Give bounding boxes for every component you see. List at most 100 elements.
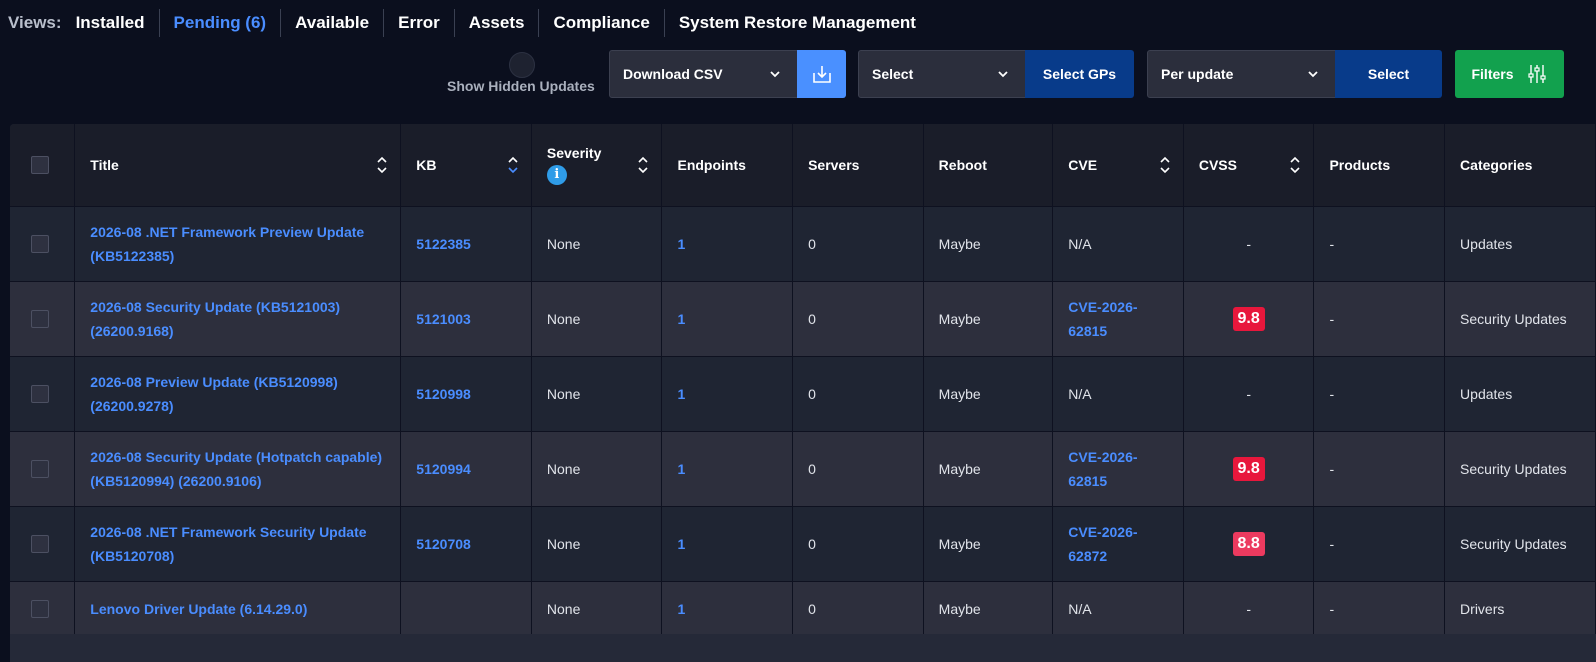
kb-cell <box>400 581 532 637</box>
reboot-cell: Maybe <box>923 356 1054 432</box>
servers-cell: 0 <box>792 206 924 282</box>
cve-cell: CVE-2026-62872 <box>1052 506 1184 582</box>
toggle-knob[interactable] <box>509 52 535 78</box>
cvss-value: - <box>1246 385 1251 402</box>
endpoints-cell: 1 <box>661 356 794 432</box>
cvss-cell: - <box>1183 581 1315 637</box>
update-title-link[interactable]: 2026-08 Security Update (KB5121003) (262… <box>90 299 340 339</box>
header-severity[interactable]: Severity i <box>531 124 663 207</box>
servers-cell: 0 <box>792 281 924 357</box>
products-cell: - <box>1313 431 1446 507</box>
header-title[interactable]: Title <box>74 124 402 207</box>
sort-icon[interactable] <box>1289 154 1301 176</box>
tab-assets[interactable]: Assets <box>453 9 539 37</box>
sort-icon[interactable] <box>637 154 649 176</box>
tab-installed[interactable]: Installed <box>76 9 159 37</box>
kb-link[interactable]: 5122385 <box>416 236 471 252</box>
row-checkbox[interactable] <box>31 309 49 328</box>
header-servers: Servers <box>792 124 924 207</box>
tab-available[interactable]: Available <box>280 9 383 37</box>
tab-error[interactable]: Error <box>383 9 454 37</box>
info-icon[interactable]: i <box>546 164 567 185</box>
table-row: Lenovo Driver Update (6.14.29.0) None 1 0 Ma… <box>10 581 1596 637</box>
update-title-link[interactable]: 2026-08 Preview Update (KB5120998) (2620… <box>90 374 337 414</box>
download-csv-select[interactable]: Download CSV <box>609 50 798 98</box>
update-title-link[interactable]: Lenovo Driver Update (6.14.29.0) <box>90 601 307 617</box>
chevron-down-icon <box>998 71 1008 78</box>
categories-cell: Updates <box>1444 356 1596 432</box>
per-update-select[interactable]: Per update <box>1147 50 1336 98</box>
endpoints-link[interactable]: 1 <box>677 536 685 552</box>
endpoints-link[interactable]: 1 <box>677 461 685 477</box>
endpoints-link[interactable]: 1 <box>677 386 685 402</box>
header-cve[interactable]: CVE <box>1052 124 1184 207</box>
kb-link[interactable]: 5120994 <box>416 461 471 477</box>
sort-icon[interactable] <box>376 154 388 176</box>
filters-button[interactable]: Filters <box>1455 50 1564 98</box>
kb-link[interactable]: 5120998 <box>416 386 471 402</box>
cve-value: N/A <box>1068 235 1092 252</box>
endpoints-link[interactable]: 1 <box>677 601 685 617</box>
row-checkbox[interactable] <box>31 599 49 618</box>
sort-icon[interactable] <box>1159 154 1171 176</box>
kb-cell: 5122385 <box>400 206 532 282</box>
endpoints-cell: 1 <box>661 581 794 637</box>
header-categories: Categories <box>1444 124 1596 207</box>
categories-cell: Drivers <box>1444 581 1596 637</box>
cvss-badge: 8.8 <box>1232 532 1265 556</box>
table-header-row: Title KB Severity i Endpoints Servers Re… <box>10 124 1596 207</box>
header-cvss[interactable]: CVSS <box>1183 124 1315 207</box>
update-title-link[interactable]: 2026-08 Security Update (Hotpatch capabl… <box>90 449 382 489</box>
categories-cell: Security Updates <box>1444 506 1596 582</box>
row-select-cell <box>10 356 76 432</box>
severity-cell: None <box>531 581 663 637</box>
header-cvss-label: CVSS <box>1198 156 1237 173</box>
header-severity-label: Severity <box>546 144 602 161</box>
endpoints-link[interactable]: 1 <box>677 236 685 252</box>
select-all-checkbox[interactable] <box>31 155 49 174</box>
sort-descending-icon[interactable] <box>507 154 519 176</box>
views-bar: Views: Installed Pending (6) Available E… <box>8 8 930 38</box>
per-update-select-button[interactable]: Select <box>1335 50 1442 98</box>
header-kb[interactable]: KB <box>400 124 532 207</box>
reboot-cell: Maybe <box>923 581 1054 637</box>
severity-cell: None <box>531 506 663 582</box>
update-title-link[interactable]: 2026-08 .NET Framework Security Update (… <box>90 524 366 564</box>
row-checkbox[interactable] <box>31 534 49 553</box>
endpoints-cell: 1 <box>661 506 794 582</box>
select-all-cell <box>10 124 76 207</box>
chevron-down-icon <box>1308 71 1318 78</box>
cvss-cell: 8.8 <box>1183 506 1315 582</box>
row-checkbox[interactable] <box>31 459 49 478</box>
select-gps-button[interactable]: Select GPs <box>1025 50 1134 98</box>
reboot-cell: Maybe <box>923 206 1054 282</box>
table-row: 2026-08 .NET Framework Preview Update (K… <box>10 206 1596 282</box>
kb-link[interactable]: 5121003 <box>416 311 471 327</box>
tab-pending[interactable]: Pending (6) <box>158 9 281 37</box>
tab-compliance[interactable]: Compliance <box>538 9 663 37</box>
title-cell: 2026-08 Security Update (Hotpatch capabl… <box>74 431 402 507</box>
gp-select[interactable]: Select <box>858 50 1026 98</box>
products-cell: - <box>1313 356 1446 432</box>
title-cell: 2026-08 .NET Framework Security Update (… <box>74 506 402 582</box>
cvss-cell: - <box>1183 356 1315 432</box>
kb-link[interactable]: 5120708 <box>416 536 471 552</box>
row-checkbox[interactable] <box>31 234 49 253</box>
kb-cell: 5120994 <box>400 431 532 507</box>
cve-link[interactable]: CVE-2026-62872 <box>1068 524 1137 564</box>
cve-link[interactable]: CVE-2026-62815 <box>1068 299 1137 339</box>
tab-system-restore-management[interactable]: System Restore Management <box>663 9 930 37</box>
header-products: Products <box>1313 124 1446 207</box>
endpoints-link[interactable]: 1 <box>677 311 685 327</box>
header-kb-label: KB <box>416 156 437 173</box>
cvss-value: - <box>1246 600 1251 617</box>
products-cell: - <box>1313 506 1446 582</box>
show-hidden-updates-toggle[interactable]: Show Hidden Updates <box>447 52 597 96</box>
download-button[interactable] <box>797 50 846 98</box>
cve-link[interactable]: CVE-2026-62815 <box>1068 449 1137 489</box>
table-row: 2026-08 Security Update (Hotpatch capabl… <box>10 431 1596 507</box>
cve-value: N/A <box>1068 600 1092 617</box>
update-title-link[interactable]: 2026-08 .NET Framework Preview Update (K… <box>90 224 364 264</box>
row-checkbox[interactable] <box>31 384 49 403</box>
cvss-cell: - <box>1183 206 1315 282</box>
